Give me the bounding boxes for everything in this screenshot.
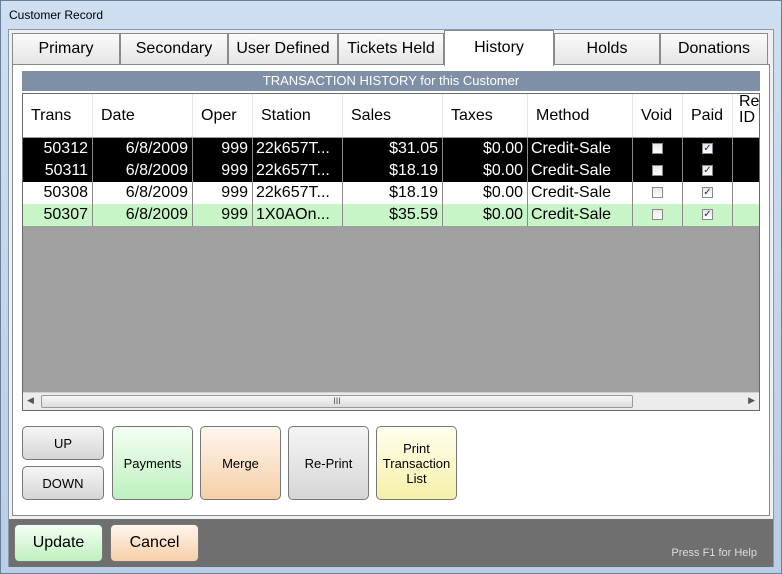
- cell-date: 6/8/2009: [93, 204, 193, 226]
- col-method[interactable]: Method: [528, 94, 633, 137]
- grid-title: TRANSACTION HISTORY for this Customer: [22, 71, 760, 91]
- col-taxes[interactable]: Taxes: [443, 94, 528, 137]
- cell-station: 22k657T...: [253, 182, 343, 204]
- cell-void: [633, 204, 683, 226]
- col-trans[interactable]: Trans: [23, 94, 93, 137]
- cell-paid: ✓: [683, 182, 733, 204]
- cell-taxes: $0.00: [443, 204, 528, 226]
- cell-void: [633, 182, 683, 204]
- col-ref-id[interactable]: Ref ID: [733, 94, 759, 137]
- cell-ref-id: [733, 160, 759, 182]
- table-row[interactable]: 50311 6/8/2009 999 22k657T... $18.19 $0.00 Cre…: [23, 160, 759, 182]
- reprint-button[interactable]: Re-Print: [288, 426, 369, 500]
- cell-station: 22k657T...: [253, 138, 343, 160]
- customer-record-window: Customer Record Primary Secondary User D…: [0, 0, 782, 574]
- void-checkbox[interactable]: [652, 165, 663, 176]
- cell-paid: ✓: [683, 204, 733, 226]
- scroll-thumb[interactable]: III: [41, 395, 633, 408]
- cell-station: 1X0AOn...: [253, 204, 343, 226]
- down-button[interactable]: DOWN: [22, 466, 104, 500]
- cell-sales: $31.05: [343, 138, 443, 160]
- table-row[interactable]: 50307 6/8/2009 999 1X0AOn... $35.59 $0.00 Cred…: [23, 204, 759, 226]
- cell-taxes: $0.00: [443, 160, 528, 182]
- cell-void: [633, 138, 683, 160]
- table-row[interactable]: 50312 6/8/2009 999 22k657T... $31.05 $0.00 Cre…: [23, 138, 759, 160]
- cell-void: [633, 160, 683, 182]
- cell-taxes: $0.00: [443, 182, 528, 204]
- horizontal-scrollbar[interactable]: ◀ III ▶: [23, 392, 759, 410]
- cell-sales: $18.19: [343, 182, 443, 204]
- tab-donations[interactable]: Donations: [660, 33, 768, 65]
- client-area: Primary Secondary User Defined Tickets H…: [8, 29, 774, 567]
- cell-trans: 50308: [23, 182, 93, 204]
- cell-oper: 999: [193, 138, 253, 160]
- cell-date: 6/8/2009: [93, 160, 193, 182]
- cell-paid: ✓: [683, 160, 733, 182]
- cell-sales: $18.19: [343, 160, 443, 182]
- paid-checkbox[interactable]: ✓: [702, 187, 713, 198]
- print-transaction-list-button[interactable]: Print Transaction List: [376, 426, 457, 500]
- void-checkbox[interactable]: [652, 143, 663, 154]
- cell-method: Credit-Sale: [528, 204, 633, 226]
- cell-date: 6/8/2009: [93, 182, 193, 204]
- tab-user-defined[interactable]: User Defined: [228, 33, 338, 65]
- cell-trans: 50307: [23, 204, 93, 226]
- cell-ref-id: [733, 204, 759, 226]
- cell-date: 6/8/2009: [93, 138, 193, 160]
- scroll-left-icon[interactable]: ◀: [27, 395, 34, 406]
- column-header-row: Trans Date Oper Station Sales Taxes Meth…: [23, 94, 759, 137]
- tab-strip: Primary Secondary User Defined Tickets H…: [12, 30, 770, 66]
- cell-trans: 50311: [23, 160, 93, 182]
- col-paid[interactable]: Paid: [683, 94, 733, 137]
- transaction-grid: Trans Date Oper Station Sales Taxes Meth…: [22, 93, 760, 411]
- cell-oper: 999: [193, 204, 253, 226]
- cell-taxes: $0.00: [443, 138, 528, 160]
- void-checkbox[interactable]: [652, 209, 663, 220]
- cell-method: Credit-Sale: [528, 182, 633, 204]
- help-hint: Press F1 for Help: [671, 547, 757, 559]
- history-panel: TRANSACTION HISTORY for this Customer Tr…: [12, 64, 770, 516]
- tab-tickets-held[interactable]: Tickets Held: [338, 33, 444, 65]
- cell-method: Credit-Sale: [528, 160, 633, 182]
- footer-bar: Update Cancel Press F1 for Help: [9, 519, 773, 567]
- cell-station: 22k657T...: [253, 160, 343, 182]
- cancel-button[interactable]: Cancel: [110, 524, 199, 562]
- col-oper[interactable]: Oper: [193, 94, 253, 137]
- cell-oper: 999: [193, 182, 253, 204]
- paid-checkbox[interactable]: ✓: [702, 209, 713, 220]
- payments-button[interactable]: Payments: [112, 426, 193, 500]
- cell-paid: ✓: [683, 138, 733, 160]
- paid-checkbox[interactable]: ✓: [702, 165, 713, 176]
- cell-ref-id: [733, 182, 759, 204]
- col-date[interactable]: Date: [93, 94, 193, 137]
- tab-holds[interactable]: Holds: [554, 33, 660, 65]
- tab-secondary[interactable]: Secondary: [120, 33, 228, 65]
- window-title: Customer Record: [9, 8, 104, 22]
- cell-oper: 999: [193, 160, 253, 182]
- col-void[interactable]: Void: [633, 94, 683, 137]
- table-row[interactable]: 50308 6/8/2009 999 22k657T... $18.19 $0.00 Cre…: [23, 182, 759, 204]
- void-checkbox[interactable]: [652, 187, 663, 198]
- cell-sales: $35.59: [343, 204, 443, 226]
- scroll-right-icon[interactable]: ▶: [748, 395, 755, 406]
- col-station[interactable]: Station: [253, 94, 343, 137]
- paid-checkbox[interactable]: ✓: [702, 143, 713, 154]
- update-button[interactable]: Update: [14, 524, 103, 562]
- up-button[interactable]: UP: [22, 426, 104, 460]
- col-sales[interactable]: Sales: [343, 94, 443, 137]
- cell-trans: 50312: [23, 138, 93, 160]
- merge-button[interactable]: Merge: [200, 426, 281, 500]
- tab-primary[interactable]: Primary: [12, 33, 120, 65]
- tab-history[interactable]: History: [444, 30, 554, 66]
- cell-method: Credit-Sale: [528, 138, 633, 160]
- cell-ref-id: [733, 138, 759, 160]
